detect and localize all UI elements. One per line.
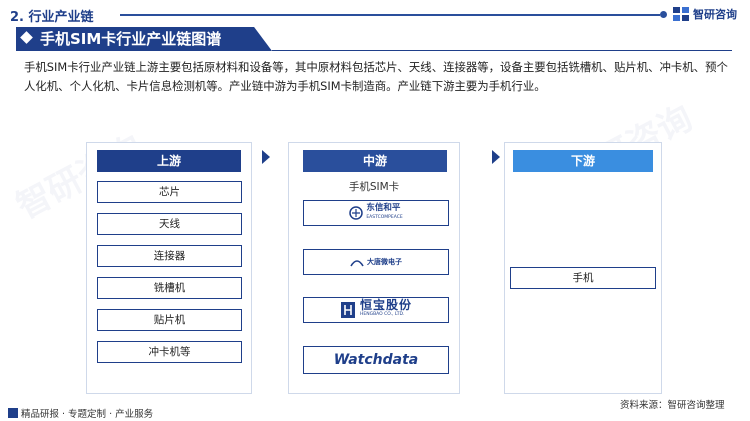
footer-source: 资料来源：智研咨询整理: [620, 400, 725, 411]
downstream-header: 下游: [513, 150, 653, 172]
company-subname: EASTCOMPEACE: [366, 215, 403, 220]
company-subname: HENGBAO CO., LTD.: [359, 312, 405, 317]
header-dot: [660, 11, 667, 18]
upstream-item-milling-machine: 铣槽机: [97, 277, 242, 299]
company-name: 大唐微电子: [367, 258, 402, 266]
upstream-item-connector: 连接器: [97, 245, 242, 267]
intro-paragraph: 手机SIM卡行业产业链上游主要包括原材料和设备等，其中原材料包括芯片、天线、连接…: [24, 60, 728, 93]
title-rule: [272, 50, 732, 51]
company-name: 恒宝股份: [359, 298, 412, 312]
arrow-right-icon: [492, 150, 500, 164]
hengbao-logo-icon: [340, 302, 355, 318]
upstream-item-placement-machine: 贴片机: [97, 309, 242, 331]
upstream-header: 上游: [97, 150, 241, 172]
company-logo-datang: 大唐微电子: [303, 249, 449, 275]
company-logo-eastcompeace: 东信和平 EASTCOMPEACE: [303, 200, 449, 226]
midstream-subtitle: 手机SIM卡: [348, 181, 400, 193]
watchdata-logo-icon: Watchdata: [333, 352, 419, 368]
midstream-header: 中游: [303, 150, 447, 172]
section-label: 2. 行业产业链: [10, 10, 94, 25]
downstream-column: 下游 手机: [504, 142, 662, 394]
upstream-column: 上游 芯片 天线 连接器 铣槽机 贴片机 冲卡机等: [86, 142, 252, 394]
page-title: 手机SIM卡行业产业链图谱: [40, 30, 222, 48]
footer-tagline: 精品研报 · 专题定制 · 产业服务: [8, 406, 153, 420]
brand-small-icon: [8, 408, 18, 418]
upstream-item-punching-machine: 冲卡机等: [97, 341, 242, 363]
datang-logo-icon: [350, 260, 364, 267]
eastcompeace-logo-icon: [349, 206, 364, 220]
upstream-item-chip: 芯片: [97, 181, 242, 203]
company-logo-hengbao: 恒宝股份 HENGBAO CO., LTD.: [303, 297, 449, 323]
company-logo-watchdata: Watchdata: [303, 346, 449, 374]
header-rule: [120, 14, 660, 16]
arrow-right-icon: [262, 150, 270, 164]
brand-logo-icon: [673, 7, 689, 21]
footer-tagline-text: 精品研报 · 专题定制 · 产业服务: [21, 409, 154, 420]
brand-name: 智研咨询: [693, 8, 737, 21]
downstream-item-mobile-phone: 手机: [510, 267, 656, 289]
midstream-column: 中游 手机SIM卡 东信和平 EASTCOMPEACE 大唐微电子 恒宝股份 H…: [288, 142, 460, 394]
upstream-item-antenna: 天线: [97, 213, 242, 235]
company-name: 东信和平: [366, 203, 401, 213]
